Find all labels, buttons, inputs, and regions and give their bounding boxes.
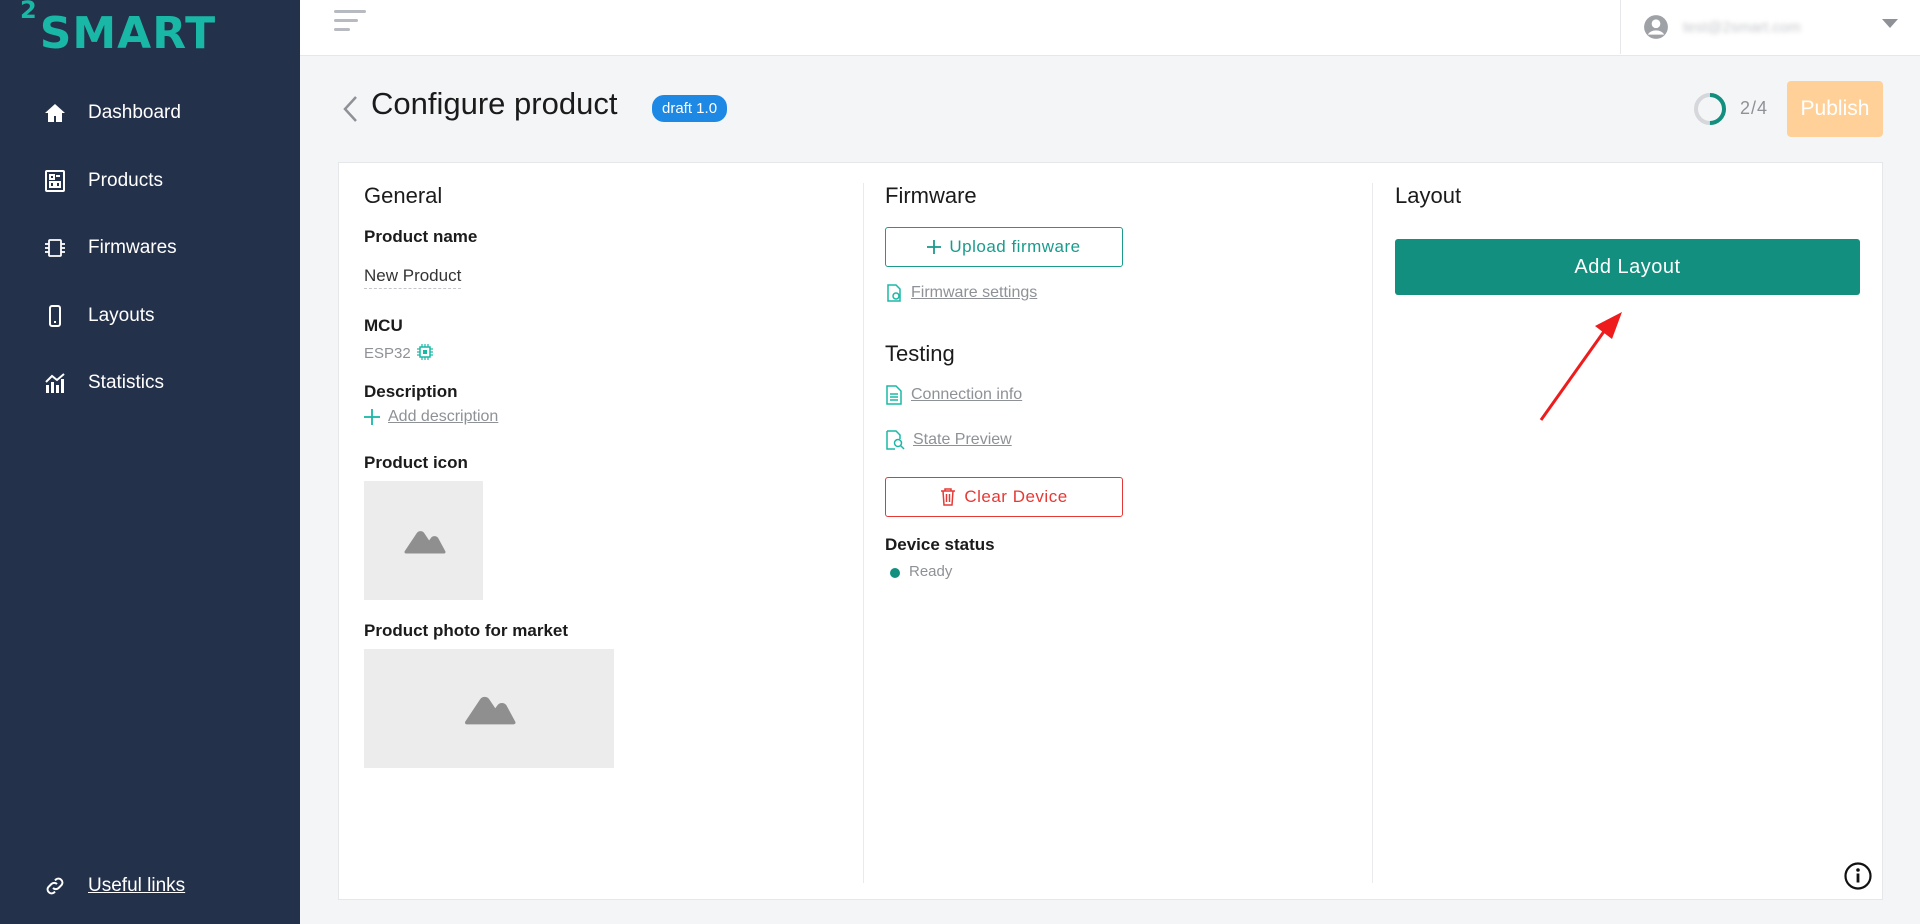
chip-icon xyxy=(417,344,433,360)
chevron-down-icon[interactable] xyxy=(1882,19,1898,28)
document-icon xyxy=(885,385,903,405)
progress-text: 2/4 xyxy=(1740,98,1769,118)
user-email: test@2smart.com xyxy=(1683,18,1801,36)
upload-firmware-button[interactable]: Upload firmware xyxy=(885,227,1123,267)
mcu-label: MCU xyxy=(364,316,403,335)
image-placeholder-icon xyxy=(404,530,445,553)
sidebar-item-products[interactable]: Products xyxy=(40,161,163,201)
sidebar-item-label: Firmwares xyxy=(88,237,177,258)
publish-button[interactable]: Publish xyxy=(1787,81,1883,137)
device-status-label: Device status xyxy=(885,535,995,554)
mcu-value: ESP32 xyxy=(364,345,411,362)
back-chevron-icon[interactable] xyxy=(340,94,362,124)
sidebar-item-layouts[interactable]: Layouts xyxy=(40,296,155,336)
general-title: General xyxy=(364,183,443,208)
firmware-settings-link[interactable]: Firmware settings xyxy=(885,284,1037,302)
user-menu[interactable]: test@2smart.com xyxy=(1620,0,1920,54)
firmware-title: Firmware xyxy=(885,183,977,208)
home-icon xyxy=(40,98,70,128)
menu-toggle-icon[interactable] xyxy=(334,10,366,38)
plus-icon xyxy=(364,409,380,425)
upload-firmware-label: Upload firmware xyxy=(949,237,1081,256)
useful-links-label: Useful links xyxy=(88,875,186,896)
version-badge: draft 1.0 xyxy=(652,95,728,122)
description-label: Description xyxy=(364,382,458,401)
topbar: test@2smart.com xyxy=(300,0,1920,56)
connection-info-label: Connection info xyxy=(911,386,1023,403)
clear-device-button[interactable]: Clear Device xyxy=(885,477,1123,517)
connection-info-link[interactable]: Connection info xyxy=(885,385,1022,405)
add-layout-button[interactable]: Add Layout xyxy=(1395,239,1860,295)
useful-links[interactable]: Useful links xyxy=(40,871,185,901)
sidebar-item-label: Products xyxy=(88,170,163,191)
page-title: Configure product xyxy=(371,86,618,121)
status-dot xyxy=(890,568,900,578)
product-photo-upload[interactable] xyxy=(364,649,614,768)
link-icon xyxy=(40,871,70,901)
product-photo-label: Product photo for market xyxy=(364,621,569,640)
sidebar-item-label: Dashboard xyxy=(88,102,181,123)
sidebar-item-firmwares[interactable]: Firmwares xyxy=(40,228,177,268)
sidebar-item-dashboard[interactable]: Dashboard xyxy=(40,93,181,133)
product-icon-upload[interactable] xyxy=(364,481,483,600)
user-avatar-icon xyxy=(1644,15,1668,39)
device-status-value: Ready xyxy=(909,563,953,580)
app-logo[interactable]: 2SMART xyxy=(20,0,216,59)
image-placeholder-icon xyxy=(464,696,516,724)
firmware-settings-label: Firmware settings xyxy=(911,284,1038,301)
statistics-icon xyxy=(40,368,70,398)
sidebar-item-statistics[interactable]: Statistics xyxy=(40,363,164,403)
file-settings-icon xyxy=(885,284,903,302)
product-name-value[interactable]: New Product xyxy=(364,266,462,289)
sidebar: 2SMART Dashboard Products Firmwares Layo… xyxy=(0,0,300,924)
document-search-icon xyxy=(885,430,905,450)
trash-icon xyxy=(940,488,956,506)
product-name-label: Product name xyxy=(364,227,478,246)
plus-icon xyxy=(927,240,942,254)
progress-ring xyxy=(1694,93,1726,125)
testing-title: Testing xyxy=(885,341,955,366)
add-description-link[interactable]: Add description xyxy=(364,408,498,426)
state-preview-label: State Preview xyxy=(913,431,1012,448)
info-icon[interactable] xyxy=(1843,861,1873,891)
clear-device-label: Clear Device xyxy=(964,487,1068,506)
configure-card: General Product name New Product MCU ESP… xyxy=(338,162,1883,900)
phone-icon xyxy=(40,301,70,331)
add-description-label: Add description xyxy=(388,408,499,425)
layout-title: Layout xyxy=(1395,183,1462,208)
sidebar-item-label: Layouts xyxy=(88,305,155,326)
chip-icon xyxy=(40,233,70,263)
column-divider xyxy=(1372,183,1373,883)
product-icon-label: Product icon xyxy=(364,453,468,472)
state-preview-link[interactable]: State Preview xyxy=(885,430,1012,450)
sidebar-item-label: Statistics xyxy=(88,372,165,393)
products-icon xyxy=(40,166,70,196)
column-divider xyxy=(863,183,864,883)
